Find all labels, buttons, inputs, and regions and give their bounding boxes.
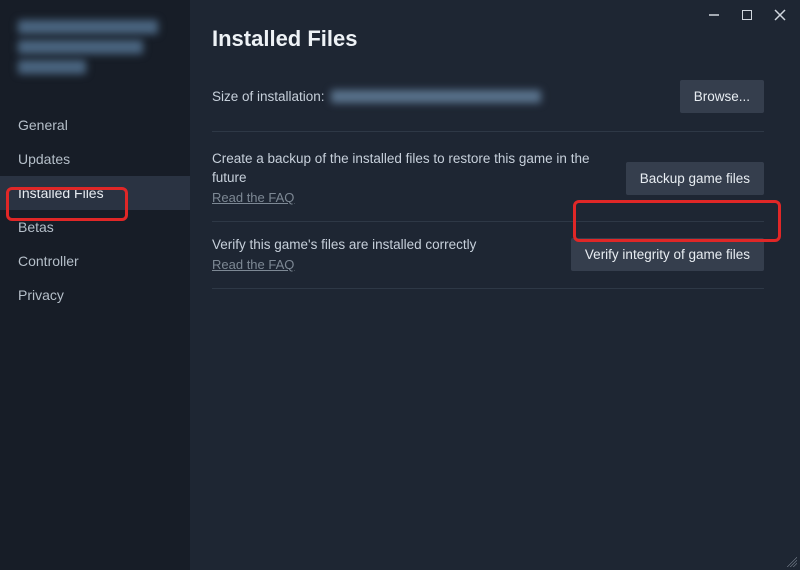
- sidebar-item-updates[interactable]: Updates: [0, 142, 190, 176]
- redacted-path: [331, 90, 541, 103]
- section-verify: Verify this game's files are installed c…: [212, 236, 764, 289]
- backup-faq-link[interactable]: Read the FAQ: [212, 190, 294, 205]
- page-title: Installed Files: [212, 26, 764, 52]
- verify-description: Verify this game's files are installed c…: [212, 236, 559, 255]
- resize-grip[interactable]: [787, 557, 797, 567]
- window-controls: [704, 6, 790, 24]
- sidebar-item-privacy[interactable]: Privacy: [0, 278, 190, 312]
- browse-button[interactable]: Browse...: [680, 80, 764, 113]
- redacted-text: [18, 40, 143, 54]
- sidebar-item-betas[interactable]: Betas: [0, 210, 190, 244]
- sidebar-item-installed-files[interactable]: Installed Files: [0, 176, 190, 210]
- sidebar-item-controller[interactable]: Controller: [0, 244, 190, 278]
- maximize-icon: [742, 10, 752, 20]
- backup-description: Create a backup of the installed files t…: [212, 150, 614, 188]
- sidebar: General Updates Installed Files Betas Co…: [0, 0, 190, 570]
- game-title-block: [0, 20, 190, 108]
- section-backup: Create a backup of the installed files t…: [212, 150, 764, 222]
- main-panel: Installed Files Size of installation: Br…: [190, 0, 800, 570]
- size-label: Size of installation:: [212, 89, 325, 104]
- minimize-button[interactable]: [704, 6, 724, 24]
- redacted-text: [18, 20, 158, 34]
- close-button[interactable]: [770, 6, 790, 24]
- section-installation-size: Size of installation: Browse...: [212, 80, 764, 132]
- verify-faq-link[interactable]: Read the FAQ: [212, 257, 294, 272]
- redacted-text: [18, 60, 86, 74]
- verify-integrity-button[interactable]: Verify integrity of game files: [571, 238, 764, 271]
- maximize-button[interactable]: [738, 6, 756, 24]
- backup-game-files-button[interactable]: Backup game files: [626, 162, 764, 195]
- sidebar-item-general[interactable]: General: [0, 108, 190, 142]
